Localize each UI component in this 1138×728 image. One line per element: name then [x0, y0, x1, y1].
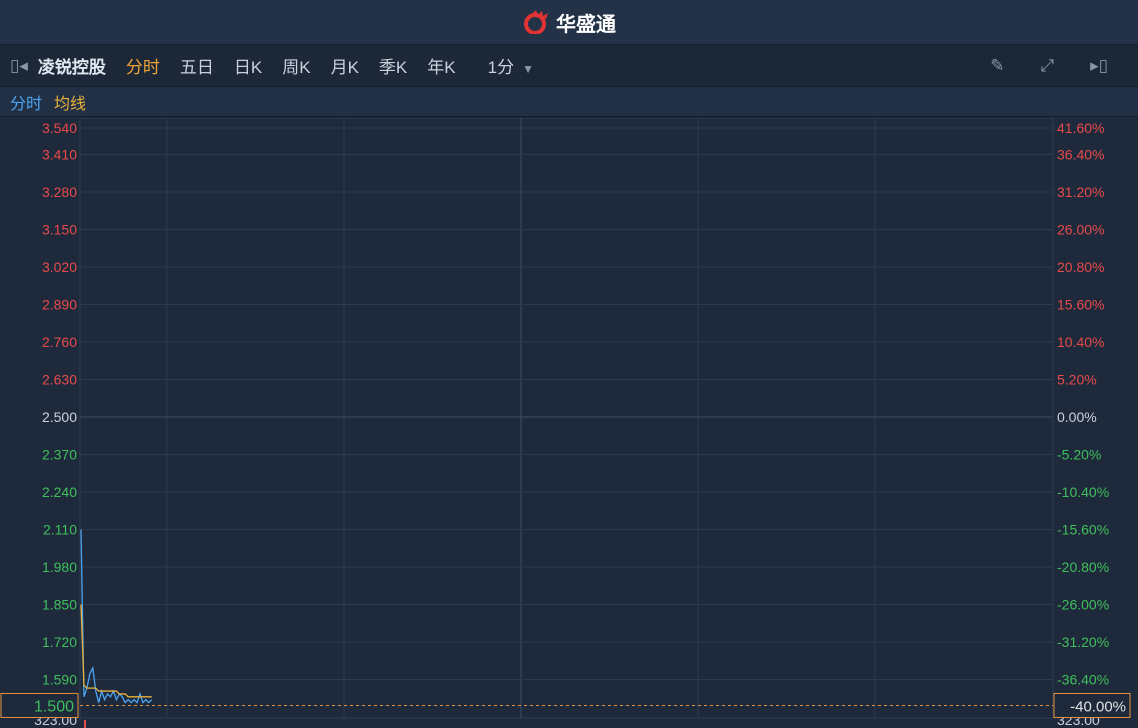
fullscreen-icon[interactable]: ⤢	[1041, 56, 1055, 76]
toolbar: ▯◂ 凌锐控股 分时 五日 日K 周K 月K 季K 年K 1分 ▼ ✎ ⤢ ▸▯	[0, 45, 1138, 87]
pencil-icon[interactable]: ✎	[990, 56, 1004, 76]
y-tick-right: -36.40%	[1057, 672, 1109, 688]
y-tick-right: -31.20%	[1057, 634, 1109, 650]
y-tick-right: -5.20%	[1057, 447, 1101, 463]
y-tick-right: 0.00%	[1057, 409, 1097, 425]
y-tick-left: 2.500	[42, 409, 77, 425]
y-tick-right: -10.40%	[1057, 484, 1109, 500]
brand: 华盛通	[522, 8, 616, 37]
collapse-right-icon[interactable]: ▸▯	[1090, 56, 1108, 76]
y-tick-left: 3.150	[42, 222, 77, 238]
y-tick-left: 2.240	[42, 484, 77, 500]
interval-select[interactable]: 1分 ▼	[488, 53, 534, 78]
collapse-left-icon[interactable]: ▯◂	[10, 56, 28, 76]
brand-name: 华盛通	[556, 13, 616, 36]
y-tick-right: 15.60%	[1057, 297, 1104, 313]
price-line	[80, 529, 153, 704]
avg-line	[80, 604, 152, 698]
y-tick-right: 20.80%	[1057, 259, 1104, 275]
tab-daily-k[interactable]: 日K	[234, 53, 262, 78]
y-tick-left: 1.980	[42, 559, 77, 575]
interval-value: 1分	[487, 58, 515, 77]
chevron-down-icon: ▼	[522, 62, 534, 76]
y-tick-right: 5.20%	[1057, 372, 1097, 388]
y-tick-left: 1.850	[42, 597, 77, 613]
y-tick-right: 36.40%	[1057, 147, 1104, 163]
y-tick-right: -15.60%	[1057, 522, 1109, 538]
y-tick-left: 2.110	[43, 522, 77, 538]
y-tick-left: 1.720	[42, 634, 77, 650]
tab-five-day[interactable]: 五日	[180, 53, 214, 78]
y-tick-left: 2.370	[42, 447, 77, 463]
tab-yearly-k[interactable]: 年K	[427, 53, 455, 78]
y-tick-right: -20.80%	[1057, 559, 1109, 575]
y-tick-right: 10.40%	[1057, 334, 1104, 350]
y-tick-right: 31.20%	[1057, 184, 1104, 200]
tab-intraday[interactable]: 分时	[126, 53, 160, 78]
legend-avg: 均线	[54, 95, 87, 113]
y-tick-left: 2.890	[42, 297, 77, 313]
y-tick-left: 1.590	[42, 672, 77, 688]
y-tick-right: -26.00%	[1057, 597, 1109, 613]
huasheng-logo-icon	[524, 10, 548, 34]
tab-monthly-k[interactable]: 月K	[331, 53, 359, 78]
y-tick-left: 3.540	[42, 120, 77, 136]
y-tick-left: 3.280	[42, 184, 77, 200]
tab-quarterly-k[interactable]: 季K	[379, 53, 407, 78]
title-bar: 华盛通	[0, 0, 1138, 45]
intraday-chart: 3.540 41.60% 3.410 36.40% 3.280 31.20% 3.150 26…	[0, 118, 1131, 728]
legend-price: 分时	[10, 95, 43, 113]
stock-name: 凌锐控股	[37, 58, 106, 77]
crosshair-label-right: -40.00%	[1070, 698, 1126, 715]
y-tick-left: 2.760	[42, 334, 77, 350]
y-tick-right: 26.00%	[1057, 222, 1104, 238]
y-tick-left: 2.630	[42, 372, 77, 388]
y-tick-right: 41.60%	[1057, 120, 1104, 136]
chart-legend: 分时 均线	[0, 87, 1138, 117]
y-tick-left: 3.020	[42, 259, 77, 275]
plot-frame	[79, 118, 1054, 719]
crosshair-label-left: 1.500	[34, 698, 74, 715]
tab-weekly-k[interactable]: 周K	[282, 53, 310, 78]
y-tick-left: 3.410	[42, 147, 77, 163]
